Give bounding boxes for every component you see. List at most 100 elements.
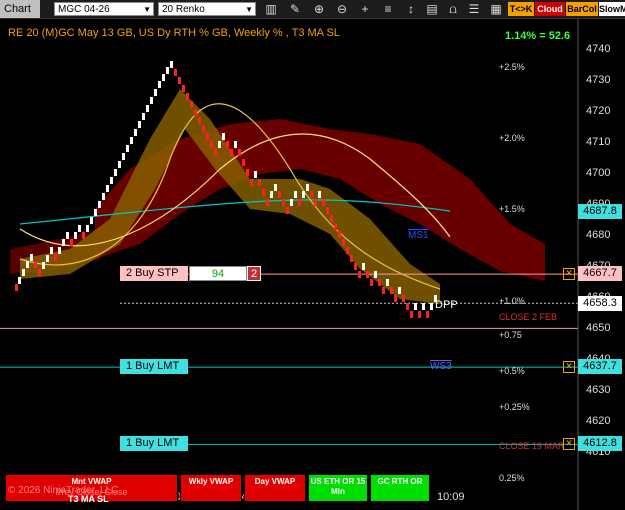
pencil-icon[interactable]: ✎ — [287, 1, 303, 17]
renko-brick — [282, 199, 285, 206]
renko-brick — [74, 232, 77, 239]
renko-brick — [330, 215, 333, 222]
renko-brick — [58, 247, 61, 254]
data-series-icon[interactable]: ▤ — [424, 1, 440, 17]
stack-icon[interactable]: ≡ — [380, 1, 396, 17]
renko-brick — [110, 177, 113, 184]
magnet-icon[interactable]: ⩍ — [445, 1, 461, 17]
list-icon[interactable]: ☰ — [466, 1, 482, 17]
renko-brick — [134, 129, 137, 136]
price-chart[interactable]: RE 20 (M)GC May 13 GB, US Dy RTH % GB, W… — [0, 19, 625, 510]
renko-brick — [210, 141, 213, 148]
renko-brick — [90, 217, 93, 224]
us-eth-or-button[interactable]: US ETH OR 15 Min — [308, 474, 368, 502]
t3ma-line — [19, 199, 451, 225]
renko-brick — [398, 287, 401, 294]
slowm-toggle-button[interactable]: SlowM — [599, 2, 625, 16]
cancel-order-icon[interactable]: ✕ — [563, 438, 575, 450]
renko-brick — [394, 295, 397, 302]
renko-brick — [94, 209, 97, 216]
renko-brick — [370, 279, 373, 286]
renko-brick — [102, 193, 105, 200]
renko-brick — [178, 77, 181, 84]
renko-brick — [15, 284, 18, 291]
bars-icon[interactable]: ↕ — [403, 1, 419, 17]
zoom-out-icon[interactable]: ⊖ — [334, 1, 350, 17]
renko-brick — [406, 303, 409, 310]
gc-rth-or-button[interactable]: GC RTH OR — [370, 474, 430, 502]
renko-brick — [34, 261, 37, 268]
instrument-value: MGC 04-26 — [58, 4, 110, 15]
renko-brick — [206, 133, 209, 140]
renko-brick — [290, 199, 293, 206]
price-tag-limit: 4637.7 — [578, 359, 622, 374]
level-lines — [0, 273, 578, 445]
percent-level-label: 0.25% — [499, 473, 525, 484]
price-tick-label: 4730 — [586, 74, 611, 86]
renko-brick — [410, 311, 413, 318]
renko-brick — [402, 295, 405, 302]
renko-brick — [186, 93, 189, 100]
order-quantity-field[interactable]: 94 — [189, 266, 247, 281]
chevron-down-icon: ▼ — [245, 5, 253, 14]
price-tick-label: 4720 — [586, 105, 611, 117]
wkly-vwap-button[interactable]: Wkly VWAP — [180, 474, 242, 502]
day-vwap-button[interactable]: Day VWAP — [244, 474, 306, 502]
price-tick-label: 4700 — [586, 167, 611, 179]
renko-brick — [258, 179, 261, 186]
renko-brick — [98, 201, 101, 208]
renko-brick — [366, 271, 369, 278]
renko-brick — [430, 303, 433, 310]
price-tick-label: 4620 — [586, 415, 611, 427]
renko-brick — [246, 169, 249, 176]
renko-brick — [230, 149, 233, 156]
buy-lmt-order-label-2[interactable]: 1 Buy LMT — [120, 436, 188, 451]
renko-brick — [278, 191, 281, 198]
renko-brick — [286, 207, 289, 214]
renko-brick — [126, 145, 129, 152]
bar-type-selector[interactable]: 20 Renko ▼ — [158, 2, 256, 16]
barcol-toggle-button[interactable]: BarCol — [566, 2, 598, 16]
copyright-label: © 2026 NinjaTrader, LLC — [8, 485, 119, 496]
renko-brick — [182, 85, 185, 92]
renko-brick — [18, 277, 21, 284]
grid-icon[interactable]: ▦ — [488, 1, 504, 17]
renko-brick — [62, 239, 65, 246]
ms1-label: MS1 — [408, 230, 429, 241]
renko-brick — [274, 184, 277, 191]
renko-brick — [154, 89, 157, 96]
renko-brick — [118, 161, 121, 168]
renko-brick — [50, 247, 53, 254]
cancel-order-icon[interactable]: ✕ — [563, 361, 575, 373]
bar-type-value: 20 Renko — [162, 4, 205, 15]
window-title: Chart — [0, 0, 40, 18]
renko-brick — [390, 287, 393, 294]
buy-stp-order-label[interactable]: 2 Buy STP — [120, 266, 188, 281]
renko-brick — [30, 254, 33, 261]
renko-brick — [414, 303, 417, 310]
cloud-toggle-button[interactable]: Cloud — [535, 2, 565, 16]
renko-brick — [362, 263, 365, 270]
percent-level-label: +2.5% — [499, 61, 525, 72]
renko-brick — [214, 149, 217, 156]
zoom-in-icon[interactable]: ⊕ — [311, 1, 327, 17]
time-tick-label: 10:09 — [437, 491, 465, 503]
chart-style-icon[interactable]: ▥ — [263, 1, 279, 17]
renko-brick — [54, 254, 57, 261]
buy-lmt-order-label[interactable]: 1 Buy LMT — [120, 359, 188, 374]
renko-brick — [342, 239, 345, 246]
price-tag-last: 4658.3 — [578, 296, 622, 311]
plot-area — [0, 19, 579, 510]
percent-level-label: +0.25% — [499, 401, 530, 412]
instrument-selector[interactable]: MGC 04-26 ▼ — [54, 2, 154, 16]
renko-brick — [22, 269, 25, 276]
renko-brick — [238, 149, 241, 156]
renko-brick — [354, 263, 357, 270]
crosshair-icon[interactable]: + — [357, 1, 373, 17]
t-k-toggle-button[interactable]: T<>K — [508, 2, 534, 16]
renko-brick — [270, 191, 273, 198]
order-count-badge[interactable]: 2 — [247, 266, 261, 281]
renko-brick — [382, 287, 385, 294]
cancel-order-icon[interactable]: ✕ — [563, 268, 575, 280]
renko-brick — [202, 125, 205, 132]
